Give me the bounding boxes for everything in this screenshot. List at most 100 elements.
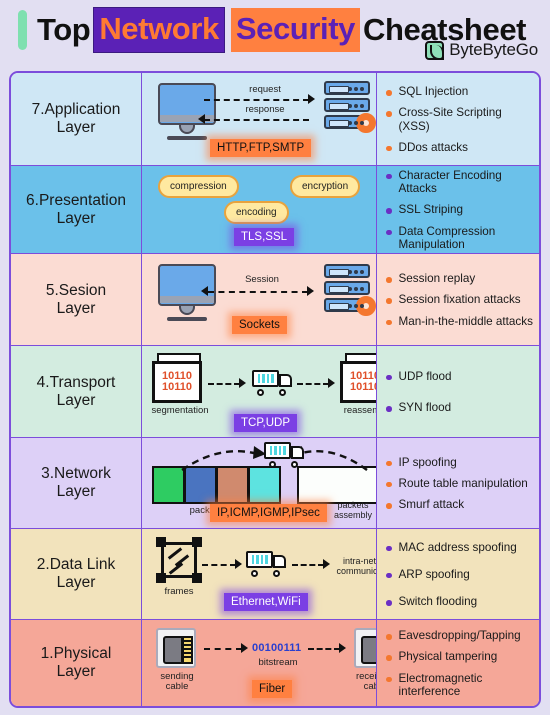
protocol-chip-physical: Fiber	[252, 680, 293, 698]
attack-label: Eavesdropping/Tapping	[398, 629, 521, 643]
diagram-label-segmentation: segmentation	[151, 405, 209, 416]
attack-item: Route table manipulation	[386, 477, 533, 490]
monitor-icon	[158, 83, 216, 140]
diagram-label-receiving-cable: receiving cable	[355, 671, 377, 693]
response-arrow-head	[198, 114, 205, 124]
protocol-chip-datalink: Ethernet,WiFi	[224, 593, 308, 611]
layer-row-presentation: 6.Presentation Layer compression encrypti…	[11, 166, 539, 254]
request-arrow-head	[308, 94, 315, 104]
accent-bar-icon	[18, 10, 27, 50]
receiving-cable-icon	[354, 628, 376, 668]
diagram-label-reassembly: reassembly	[343, 405, 376, 416]
bullet-icon	[386, 173, 392, 180]
osi-layers-table: 7.Application Layer request response HTT…	[9, 71, 541, 708]
datalink-arrow-line-2	[292, 564, 324, 566]
layer-name-line2: Layer	[56, 119, 96, 136]
diagram-label-request: request	[249, 84, 281, 95]
attack-label: Switch flooding	[398, 595, 478, 609]
bullet-icon	[386, 634, 392, 640]
transport-arrow-line-1	[208, 383, 240, 385]
layer-label-application: 7.Application Layer	[11, 73, 142, 165]
binary-line-2: 10110	[162, 381, 192, 393]
bullet-icon	[386, 277, 392, 283]
reassembly-doc-icon: 10110 10110	[340, 353, 377, 405]
bitstream-value: 00100111	[252, 642, 302, 654]
attack-label: Electromagnetic interference	[398, 671, 483, 698]
title-word-network: Network	[93, 7, 225, 53]
layer-name-line2: Layer	[56, 391, 96, 409]
gear-icon	[356, 296, 376, 316]
attack-label: SQL Injection	[398, 85, 469, 99]
layer-row-network: 3.NetworkLayer packets packets assembly	[11, 438, 539, 529]
bullet-icon	[386, 229, 392, 236]
attack-item: ARP spoofing	[386, 568, 533, 581]
layer-name-line1: 5.Sesion	[45, 281, 107, 299]
session-arrow-head-right	[307, 286, 314, 296]
layer-attacks-transport: UDP flood SYN flood	[377, 346, 539, 437]
layer-diagram-network: packets packets assembly IP,ICMP,IGMP,IP…	[142, 438, 377, 528]
layer-label-presentation: 6.Presentation Layer	[11, 166, 142, 253]
layer-diagram-session: Session Sockets	[142, 254, 377, 345]
attack-label: SSL Striping	[398, 203, 464, 217]
layer-label-transport: 4.Transport Layer	[11, 346, 142, 437]
layer-name-line2: Layer	[56, 663, 96, 680]
layer-label-physical: 1.Physical Layer	[11, 620, 142, 706]
layer-name-line2: Layer	[56, 483, 96, 500]
request-arrow-line	[204, 99, 309, 101]
protocol-chip-session: Sockets	[232, 316, 287, 334]
bullet-icon	[386, 460, 392, 467]
attack-item: Electromagnetic interference	[386, 672, 533, 698]
attack-item: Man-in-the-middle attacks	[386, 315, 533, 328]
datalink-arrow-head-2	[323, 559, 330, 569]
layer-row-transport: 4.Transport Layer 10110 10110 segmentatio…	[11, 346, 539, 438]
attack-item: SQL Injection	[386, 85, 533, 98]
bullet-icon	[386, 406, 392, 412]
transport-arrow-line-2	[297, 383, 329, 385]
diagram-label-bitstream: bitstream	[258, 657, 298, 668]
attack-item: UDP flood	[386, 370, 533, 383]
transport-arrow-head-2	[328, 378, 335, 388]
layer-diagram-physical: sending cable 00100111 bitstream receivi…	[142, 620, 377, 706]
binary-line-2: 10110	[350, 381, 377, 393]
diagram-label-frames: frames	[164, 586, 194, 597]
truck-icon	[264, 442, 306, 468]
sending-cable-icon	[156, 628, 196, 668]
session-arrow-line	[208, 291, 308, 293]
bullet-icon	[386, 145, 392, 152]
attack-item: DDos attacks	[386, 141, 533, 154]
bullet-icon	[386, 572, 392, 579]
layer-name-line1: 4.Transport	[36, 373, 116, 391]
attack-item: Cross-Site Scripting (XSS)	[386, 106, 533, 133]
layer-attacks-presentation: Character Encoding Attacks SSL Striping …	[377, 166, 539, 253]
attack-label: UDP flood	[398, 369, 452, 383]
attack-item: SYN flood	[386, 401, 533, 414]
truck-icon	[246, 551, 288, 577]
layer-name-line2: Layer	[56, 299, 96, 317]
attack-label: ARP spoofing	[398, 567, 470, 581]
attack-label: Session replay	[398, 272, 476, 286]
frames-icon	[156, 537, 202, 583]
bullet-icon	[386, 503, 392, 509]
bullet-icon	[386, 676, 392, 682]
physical-arrow-line-1	[204, 648, 242, 650]
bullet-icon	[386, 298, 392, 304]
bullet-icon	[386, 374, 392, 381]
protocol-chip-presentation: TLS,SSL	[234, 228, 295, 246]
physical-arrow-line-2	[308, 648, 340, 650]
attack-item: Switch flooding	[386, 595, 533, 608]
response-arrow-line	[204, 119, 309, 121]
brand-label: ByteByteGo	[449, 40, 538, 59]
layer-diagram-presentation: compression encryption encoding TLS,SSL	[142, 166, 377, 253]
bullet-icon	[386, 481, 392, 488]
attack-item: Character Encoding Attacks	[386, 169, 533, 195]
header: Top Network Security Cheatsheet ByteByte…	[0, 0, 550, 68]
bullet-icon	[386, 319, 392, 326]
bullet-icon	[386, 655, 392, 661]
protocol-chip-transport: TCP,UDP	[234, 414, 297, 432]
layer-attacks-session: Session replay Session fixation attacks …	[377, 254, 539, 345]
layer-name-line1: 7.Application	[31, 101, 121, 119]
bytebytego-leaf-icon	[425, 40, 445, 60]
server-icon	[324, 264, 376, 316]
physical-arrow-head-2	[339, 643, 346, 653]
transport-arrow-head-1	[239, 378, 246, 388]
